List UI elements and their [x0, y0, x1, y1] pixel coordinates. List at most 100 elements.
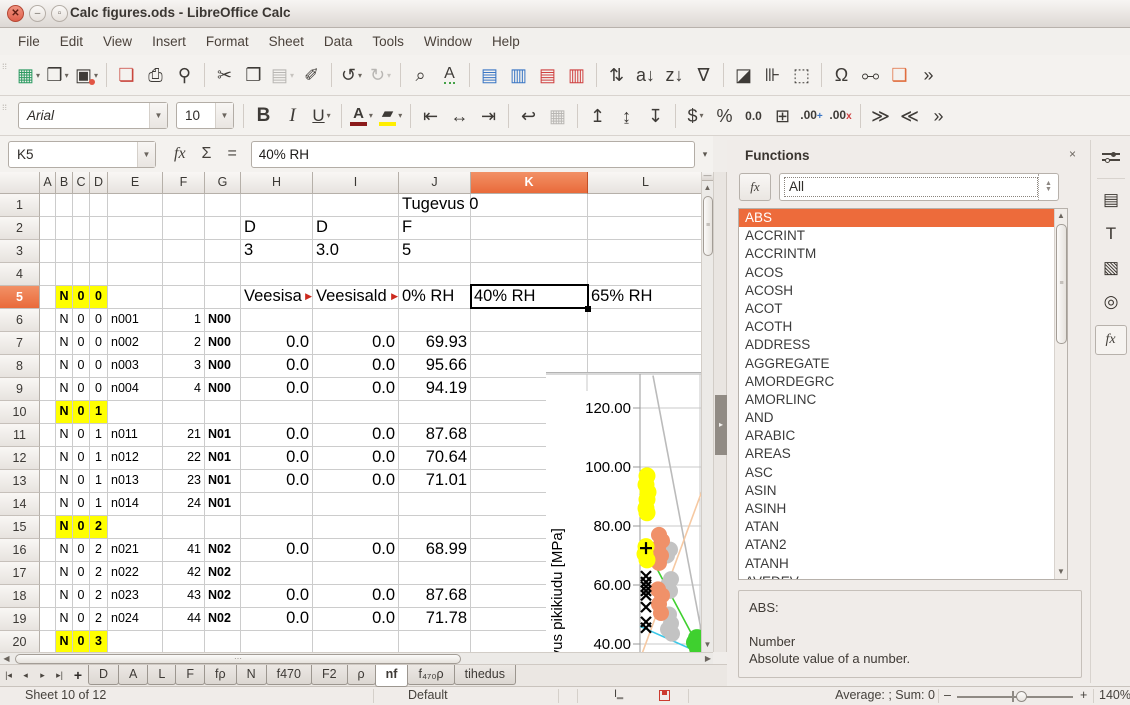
cell-F7[interactable]: 2 [163, 332, 205, 355]
functions-deck-icon[interactable]: fx [1095, 325, 1127, 355]
cell-E18[interactable]: n023 [108, 585, 163, 608]
cell-I12[interactable]: 0.0 [313, 447, 399, 470]
cell-H9[interactable]: 0.0 [241, 378, 313, 401]
cut-button[interactable]: ✂ [211, 60, 238, 90]
cell-J7[interactable]: 69.93 [399, 332, 471, 355]
cell-B13[interactable]: N [56, 470, 73, 493]
cell-C8[interactable]: 0 [73, 355, 90, 378]
cell-C9[interactable]: 0 [73, 378, 90, 401]
function-item-asinh[interactable]: ASINH [739, 500, 1067, 518]
name-box[interactable]: K5 ▼ [8, 141, 156, 168]
currency-button[interactable]: $▾ [682, 101, 709, 131]
cell-C13[interactable]: 0 [73, 470, 90, 493]
cell-D9[interactable]: 0 [90, 378, 108, 401]
cell-A10[interactable] [40, 401, 56, 424]
row-header-19[interactable]: 19 [0, 608, 40, 631]
print-button[interactable]: ⎙ [142, 60, 169, 90]
scroll-left-icon[interactable]: ◀ [0, 653, 13, 664]
delete-decimal-button[interactable]: .00 [827, 101, 854, 131]
row-header-12[interactable]: 12 [0, 447, 40, 470]
cell-H1[interactable] [241, 194, 313, 217]
sheet-tab-f₄₇₀ρ[interactable]: f₄₇₀ρ [407, 665, 454, 685]
cell-J13[interactable]: 71.01 [399, 470, 471, 493]
function-item-amorlinc[interactable]: AMORLINC [739, 391, 1067, 409]
cell-D14[interactable]: 1 [90, 493, 108, 516]
cell-F9[interactable]: 4 [163, 378, 205, 401]
insert-mode-icon[interactable]: I‗ [614, 688, 623, 700]
cell-F8[interactable]: 3 [163, 355, 205, 378]
cell-E3[interactable] [108, 240, 163, 263]
cell-H10[interactable] [241, 401, 313, 424]
insert-row-above-button[interactable]: ▤ [476, 60, 503, 90]
spinner-icons[interactable]: ▲▼ [1038, 174, 1058, 200]
cell-H6[interactable] [241, 309, 313, 332]
cell-D19[interactable]: 2 [90, 608, 108, 631]
cell-J5[interactable]: 0% RH [399, 286, 471, 309]
close-icon[interactable]: × [1069, 147, 1076, 161]
zoom-slider-track[interactable] [957, 696, 1073, 698]
equals-icon[interactable]: = [227, 145, 236, 163]
open-button[interactable]: ❒▾ [44, 60, 71, 90]
cell-B3[interactable] [56, 240, 73, 263]
column-header-b[interactable]: B [56, 172, 73, 194]
function-item-asc[interactable]: ASC [739, 464, 1067, 482]
cell-C19[interactable]: 0 [73, 608, 90, 631]
cell-K3[interactable] [471, 240, 588, 263]
cell-J14[interactable] [399, 493, 471, 516]
cell-E20[interactable] [108, 631, 163, 652]
font-size-combo[interactable]: 10 ▼ [176, 102, 234, 129]
row-header-1[interactable]: 1 [0, 194, 40, 217]
chevron-down-icon[interactable]: ▾ [327, 111, 331, 120]
sheet-tab-fρ[interactable]: fρ [204, 665, 237, 685]
decrease-indent-button[interactable]: ≪ [896, 101, 923, 131]
cell-D5[interactable]: 0 [90, 286, 108, 309]
cell-B7[interactable]: N [56, 332, 73, 355]
cell-J16[interactable]: 68.99 [399, 539, 471, 562]
cell-H14[interactable] [241, 493, 313, 516]
cell-F18[interactable]: 43 [163, 585, 205, 608]
gallery-deck-icon[interactable]: ▧ [1091, 251, 1130, 285]
menu-item-format[interactable]: Format [196, 29, 259, 55]
function-wizard-icon[interactable]: fx [174, 145, 186, 163]
cell-F16[interactable]: 41 [163, 539, 205, 562]
cell-H8[interactable]: 0.0 [241, 355, 313, 378]
cell-E7[interactable]: n002 [108, 332, 163, 355]
cell-I17[interactable] [313, 562, 399, 585]
cell-D3[interactable] [90, 240, 108, 263]
toolbar-overflow-button[interactable]: » [925, 101, 952, 131]
sort-button[interactable]: ⇅ [603, 60, 630, 90]
redo-button[interactable]: ↻▾ [367, 60, 394, 90]
cell-H11[interactable]: 0.0 [241, 424, 313, 447]
cell-A14[interactable] [40, 493, 56, 516]
page-style[interactable]: Default [408, 688, 448, 702]
align-bottom-button[interactable]: ↧ [642, 101, 669, 131]
sort-descending-button[interactable]: z↓ [661, 60, 688, 90]
delete-column-button[interactable]: ▥ [563, 60, 590, 90]
export-pdf-button[interactable]: ❏ [113, 60, 140, 90]
zoom-in-icon[interactable]: + [1080, 688, 1087, 702]
expand-formula-bar-icon[interactable]: ▾ [697, 149, 713, 160]
cell-H12[interactable]: 0.0 [241, 447, 313, 470]
cell-I14[interactable] [313, 493, 399, 516]
category-combo[interactable]: All ▲▼ [779, 173, 1059, 201]
cell-D11[interactable]: 1 [90, 424, 108, 447]
cell-J15[interactable] [399, 516, 471, 539]
cell-D20[interactable]: 3 [90, 631, 108, 652]
sort-ascending-button[interactable]: a↓ [632, 60, 659, 90]
cell-E13[interactable]: n013 [108, 470, 163, 493]
cell-C5[interactable]: 0 [73, 286, 90, 309]
cell-I11[interactable]: 0.0 [313, 424, 399, 447]
scroll-down-icon[interactable]: ▼ [1055, 565, 1067, 579]
special-character-button[interactable]: Ω [828, 60, 855, 90]
sidebar-settings-icon[interactable] [1091, 140, 1130, 174]
row-header-8[interactable]: 8 [0, 355, 40, 378]
sheet-tab-F2[interactable]: F2 [311, 665, 348, 685]
insert-image-button[interactable]: ◪ [730, 60, 757, 90]
cell-B15[interactable]: N [56, 516, 73, 539]
column-header-f[interactable]: F [163, 172, 205, 194]
cell-L2[interactable] [588, 217, 701, 240]
cell-G9[interactable]: N00 [205, 378, 241, 401]
zoom-level[interactable]: 140% [1099, 688, 1130, 702]
cell-A17[interactable] [40, 562, 56, 585]
cell-J10[interactable] [399, 401, 471, 424]
